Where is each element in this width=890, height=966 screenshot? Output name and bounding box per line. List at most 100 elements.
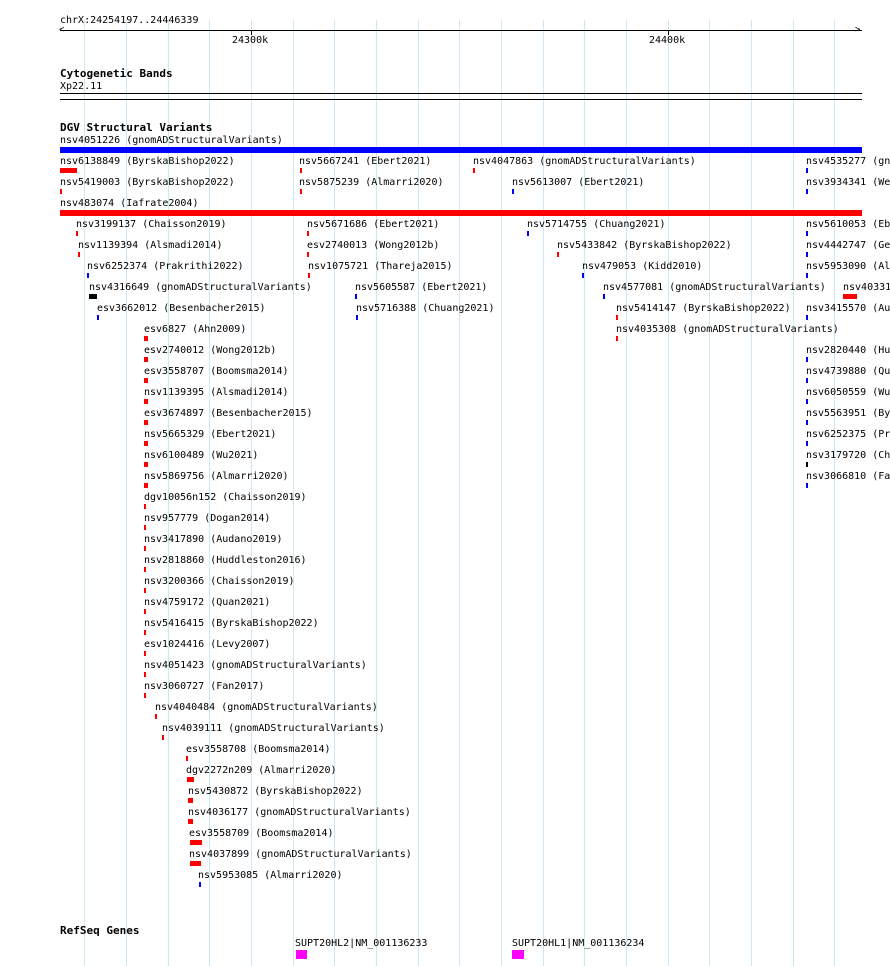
dgv-variant-bar[interactable] — [806, 462, 808, 467]
dgv-variant-label[interactable]: nsv4047863 (gnomADStructuralVariants) — [473, 156, 696, 167]
dgv-variant-bar[interactable] — [144, 462, 148, 467]
dgv-variant-label[interactable]: nsv6252375 (Pr — [806, 429, 890, 440]
dgv-variant-bar[interactable] — [806, 399, 808, 404]
dgv-variant-label[interactable]: nsv4051226 (gnomADStructuralVariants) — [60, 135, 283, 146]
dgv-variant-bar[interactable] — [188, 798, 193, 803]
dgv-variant-bar[interactable] — [806, 441, 808, 446]
dgv-variant-label[interactable]: nsv5433842 (ByrskaBishop2022) — [557, 240, 732, 251]
dgv-variant-label[interactable]: esv3558709 (Boomsma2014) — [189, 828, 334, 839]
dgv-variant-bar[interactable] — [144, 504, 146, 509]
dgv-variant-bar[interactable] — [144, 630, 146, 635]
dgv-variant-bar[interactable] — [144, 651, 146, 656]
dgv-variant-label[interactable]: nsv5430872 (ByrskaBishop2022) — [188, 786, 363, 797]
dgv-variant-label[interactable]: nsv6252374 (Prakrithi2022) — [87, 261, 244, 272]
dgv-variant-label[interactable]: nsv6100489 (Wu2021) — [144, 450, 258, 461]
dgv-variant-label[interactable]: esv1024416 (Levy2007) — [144, 639, 270, 650]
dgv-variant-label[interactable]: dgv2272n209 (Almarri2020) — [186, 765, 337, 776]
dgv-variant-label[interactable]: nsv1075721 (Thareja2015) — [308, 261, 453, 272]
dgv-variant-bar[interactable] — [60, 210, 862, 216]
dgv-variant-bar[interactable] — [616, 315, 618, 320]
dgv-variant-bar[interactable] — [527, 231, 529, 236]
dgv-variant-label[interactable]: nsv4037899 (gnomADStructuralVariants) — [189, 849, 412, 860]
dgv-variant-bar[interactable] — [307, 252, 309, 257]
dgv-variant-label[interactable]: nsv4035308 (gnomADStructuralVariants) — [616, 324, 839, 335]
dgv-variant-bar[interactable] — [806, 252, 808, 257]
dgv-variant-bar[interactable] — [186, 756, 188, 761]
dgv-variant-label[interactable]: nsv4036177 (gnomADStructuralVariants) — [188, 807, 411, 818]
refseq-gene-bar[interactable] — [296, 950, 307, 959]
dgv-variant-bar[interactable] — [843, 294, 857, 299]
dgv-variant-bar[interactable] — [144, 441, 148, 446]
dgv-variant-label[interactable]: nsv6138849 (ByrskaBishop2022) — [60, 156, 235, 167]
dgv-variant-bar[interactable] — [616, 336, 618, 341]
dgv-variant-label[interactable]: nsv3934341 (We — [806, 177, 890, 188]
dgv-variant-label[interactable]: nsv6050559 (Wu — [806, 387, 890, 398]
dgv-variant-bar[interactable] — [307, 231, 309, 236]
dgv-variant-bar[interactable] — [144, 567, 146, 572]
dgv-variant-bar[interactable] — [89, 294, 97, 299]
dgv-variant-bar[interactable] — [144, 420, 148, 425]
dgv-variant-bar[interactable] — [190, 840, 202, 845]
dgv-variant-bar[interactable] — [300, 168, 302, 173]
dgv-variant-label[interactable]: dgv10056n152 (Chaisson2019) — [144, 492, 307, 503]
dgv-variant-bar[interactable] — [199, 882, 201, 887]
dgv-variant-bar[interactable] — [97, 315, 99, 320]
dgv-variant-bar[interactable] — [603, 294, 605, 299]
dgv-variant-label[interactable]: nsv4316649 (gnomADStructuralVariants) — [89, 282, 312, 293]
dgv-variant-label[interactable]: nsv2818860 (Huddleston2016) — [144, 555, 307, 566]
dgv-variant-bar[interactable] — [144, 483, 148, 488]
dgv-variant-label[interactable]: nsv3179720 (Ch — [806, 450, 890, 461]
dgv-variant-label[interactable]: esv3558707 (Boomsma2014) — [144, 366, 289, 377]
dgv-variant-label[interactable]: nsv5671686 (Ebert2021) — [307, 219, 439, 230]
dgv-variant-bar[interactable] — [806, 231, 808, 236]
dgv-variant-bar[interactable] — [144, 336, 148, 341]
dgv-variant-label[interactable]: nsv1139394 (Alsmadi2014) — [78, 240, 223, 251]
refseq-gene-label[interactable]: SUPT20HL1|NM_001136234 — [512, 938, 644, 949]
dgv-variant-label[interactable]: esv3662012 (Besenbacher2015) — [97, 303, 266, 314]
dgv-variant-bar[interactable] — [76, 231, 78, 236]
track-title-dgv[interactable]: DGV Structural Variants — [60, 122, 212, 134]
track-title-cytobands[interactable]: Cytogenetic Bands — [60, 68, 173, 80]
dgv-variant-bar[interactable] — [60, 147, 862, 153]
dgv-variant-label[interactable]: esv2740013 (Wong2012b) — [307, 240, 439, 251]
dgv-variant-label[interactable]: nsv4039111 (gnomADStructuralVariants) — [162, 723, 385, 734]
dgv-variant-bar[interactable] — [806, 189, 808, 194]
dgv-variant-label[interactable]: nsv4535277 (gn — [806, 156, 890, 167]
dgv-variant-label[interactable]: nsv4739880 (Qu — [806, 366, 890, 377]
dgv-variant-bar[interactable] — [190, 861, 201, 866]
dgv-variant-bar[interactable] — [512, 189, 514, 194]
dgv-variant-label[interactable]: nsv4040484 (gnomADStructuralVariants) — [155, 702, 378, 713]
dgv-variant-bar[interactable] — [355, 294, 357, 299]
dgv-variant-label[interactable]: nsv3200366 (Chaisson2019) — [144, 576, 295, 587]
dgv-variant-label[interactable]: nsv5610053 (Eb — [806, 219, 890, 230]
dgv-variant-label[interactable]: esv3558708 (Boomsma2014) — [186, 744, 331, 755]
dgv-variant-label[interactable]: nsv2820440 (Hu — [806, 345, 890, 356]
dgv-variant-bar[interactable] — [60, 168, 77, 173]
dgv-variant-label[interactable]: nsv5667241 (Ebert2021) — [299, 156, 431, 167]
dgv-variant-label[interactable]: nsv479053 (Kidd2010) — [582, 261, 702, 272]
dgv-variant-label[interactable]: nsv5613007 (Ebert2021) — [512, 177, 644, 188]
dgv-variant-bar[interactable] — [187, 777, 194, 782]
dgv-variant-label[interactable]: nsv483074 (Iafrate2004) — [60, 198, 198, 209]
dgv-variant-label[interactable]: nsv1139395 (Alsmadi2014) — [144, 387, 289, 398]
dgv-variant-bar[interactable] — [144, 378, 148, 383]
dgv-variant-label[interactable]: nsv5605587 (Ebert2021) — [355, 282, 487, 293]
dgv-variant-label[interactable]: nsv3066810 (Fa — [806, 471, 890, 482]
dgv-variant-label[interactable]: nsv5953085 (Almarri2020) — [198, 870, 343, 881]
dgv-variant-bar[interactable] — [144, 399, 148, 404]
dgv-variant-bar[interactable] — [806, 483, 808, 488]
dgv-variant-label[interactable]: nsv5716388 (Chuang2021) — [356, 303, 494, 314]
refseq-gene-label[interactable]: SUPT20HL2|NM_001136233 — [295, 938, 427, 949]
dgv-variant-bar[interactable] — [155, 714, 157, 719]
refseq-gene-bar[interactable] — [512, 950, 524, 959]
dgv-variant-label[interactable]: nsv5563951 (By — [806, 408, 890, 419]
dgv-variant-bar[interactable] — [87, 273, 89, 278]
dgv-variant-bar[interactable] — [144, 693, 146, 698]
dgv-variant-bar[interactable] — [473, 168, 475, 173]
dgv-variant-bar[interactable] — [144, 672, 146, 677]
dgv-variant-label[interactable]: nsv4577081 (gnomADStructuralVariants) — [603, 282, 826, 293]
dgv-variant-bar[interactable] — [144, 525, 146, 530]
dgv-variant-bar[interactable] — [60, 189, 62, 194]
dgv-variant-bar[interactable] — [144, 357, 148, 362]
dgv-variant-bar[interactable] — [557, 252, 559, 257]
